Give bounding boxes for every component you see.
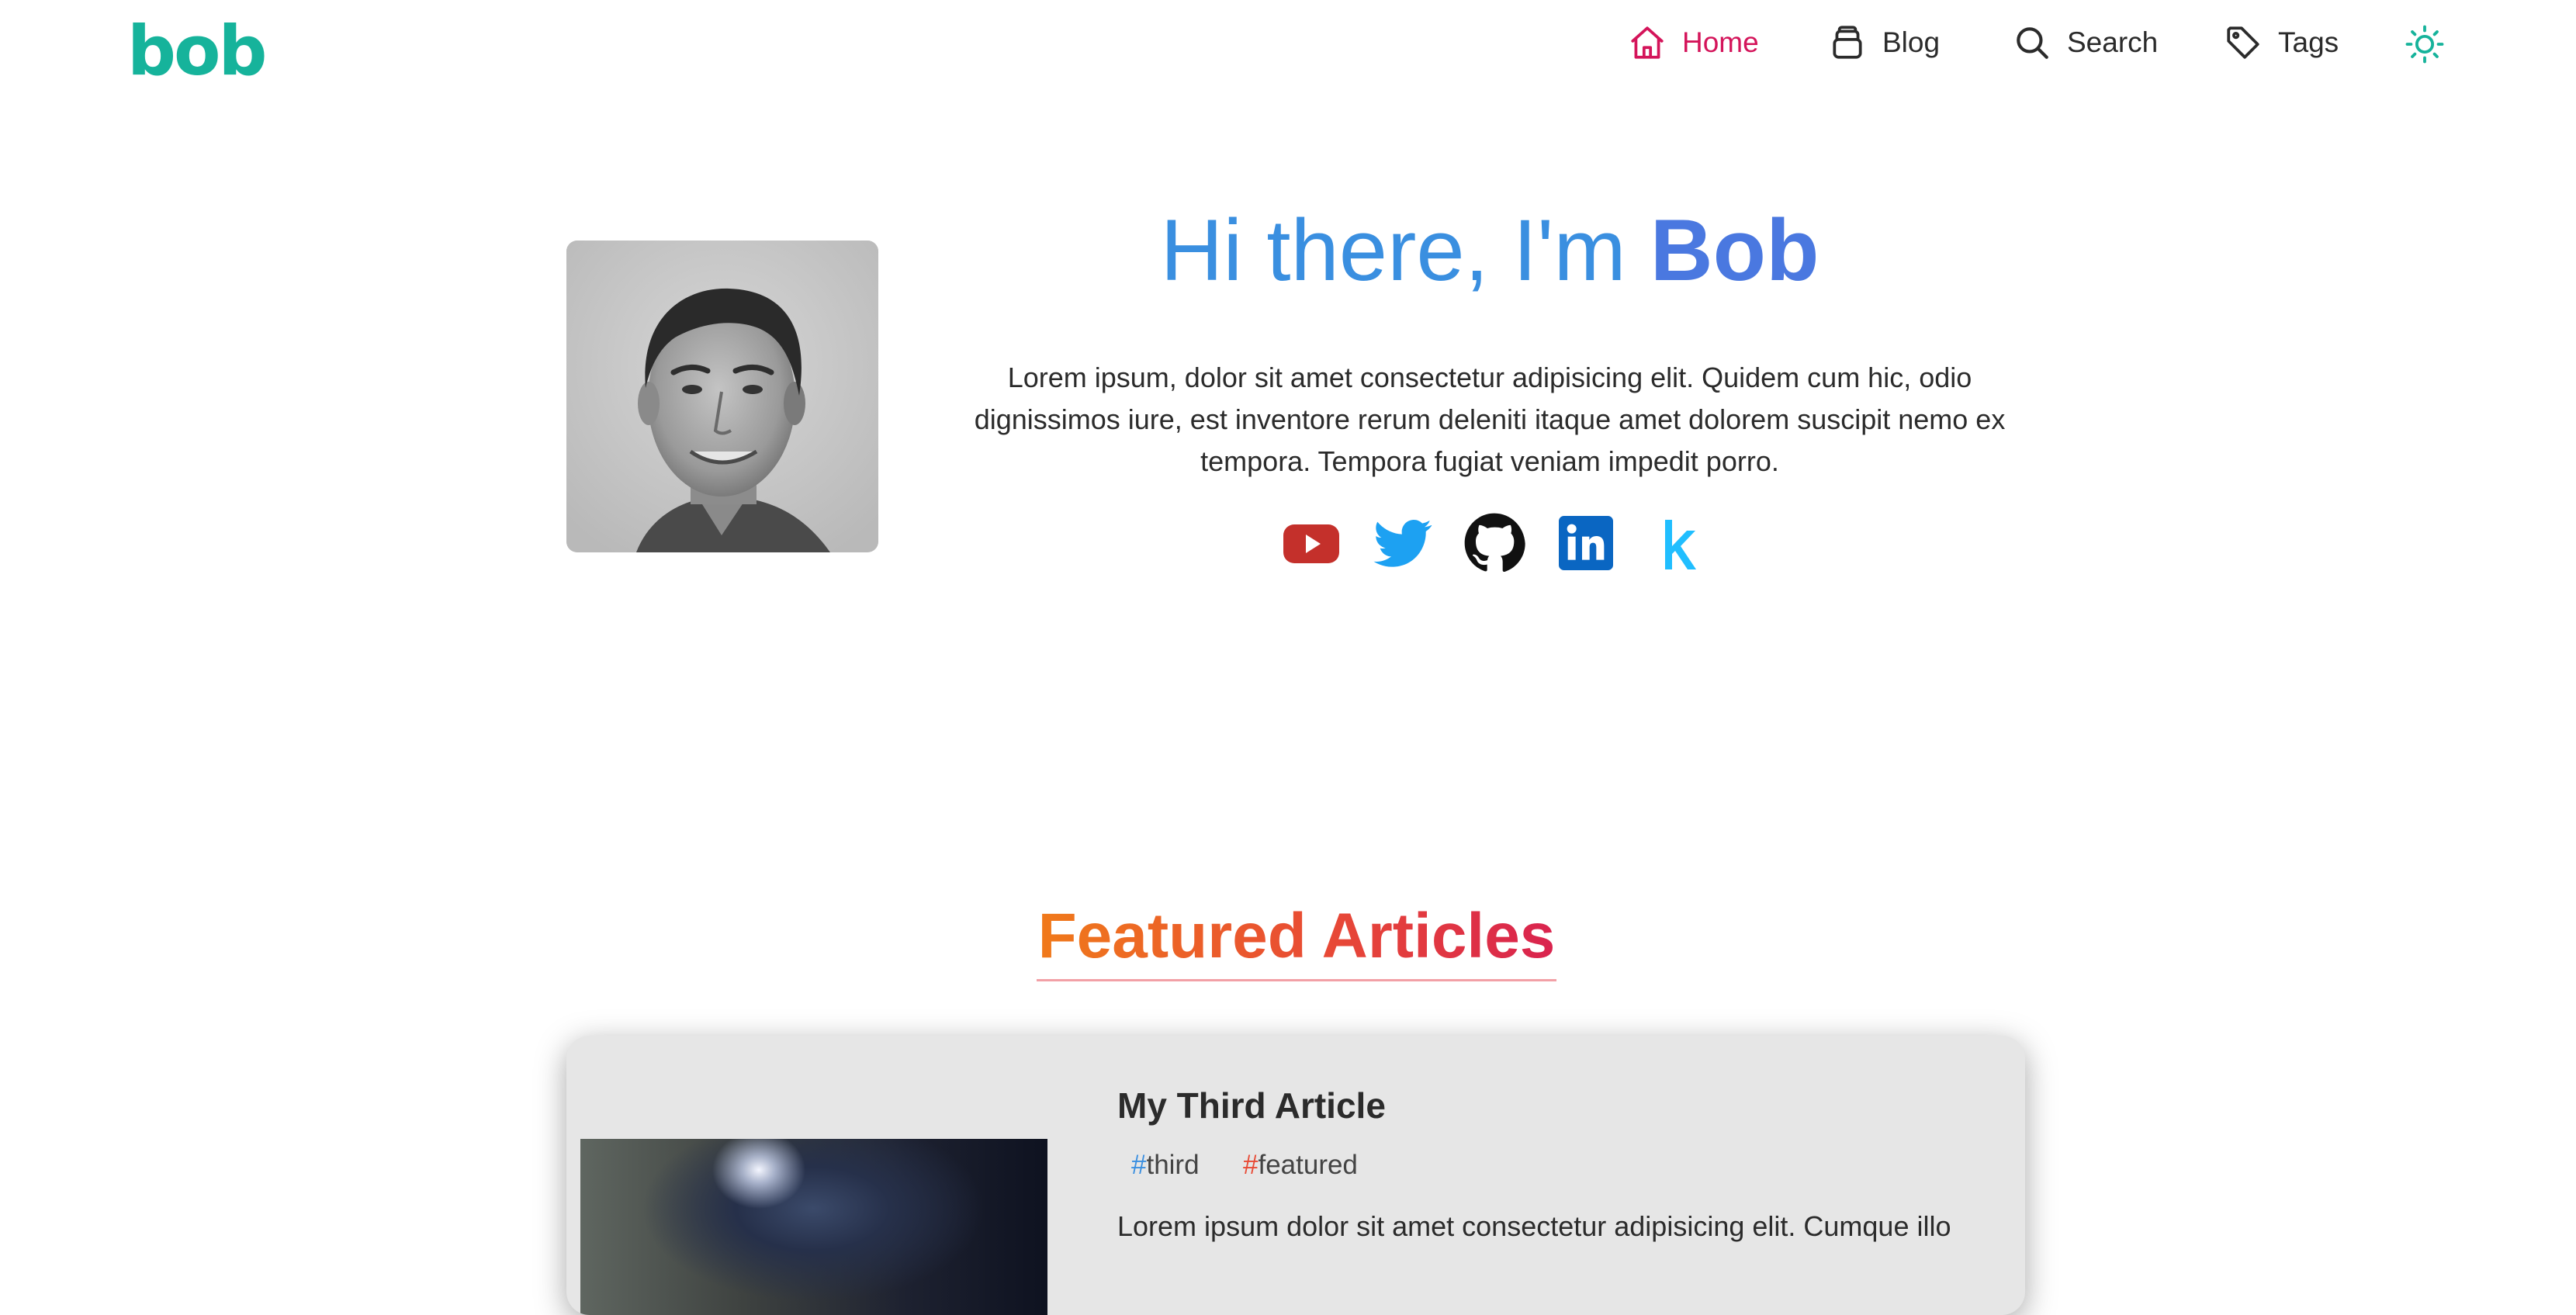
- linkedin-icon[interactable]: [1555, 512, 1617, 574]
- tag-third[interactable]: #third: [1131, 1146, 1200, 1185]
- github-icon[interactable]: [1463, 512, 1525, 574]
- search-icon: [2017, 27, 2048, 59]
- nav-home-label: Home: [1682, 26, 1759, 58]
- tag-label: third: [1146, 1150, 1200, 1180]
- nav-tags-label: Tags: [2278, 26, 2339, 58]
- hero-name: Bob: [1650, 202, 1819, 299]
- nav-home[interactable]: Home: [1628, 23, 1759, 62]
- nav-blog[interactable]: Blog: [1828, 23, 1940, 62]
- article-title[interactable]: My Third Article: [1117, 1082, 1386, 1129]
- home-icon: [1631, 26, 1664, 59]
- article-card[interactable]: My Third Article #third #featured Lorem …: [566, 1036, 2025, 1315]
- hero-title: Hi there, I'm Bob: [916, 192, 2064, 309]
- featured-heading: Featured Articles: [1037, 894, 1556, 979]
- avatar: [566, 241, 878, 552]
- twitter-icon[interactable]: [1372, 512, 1434, 574]
- hero-greeting: Hi there, I'm: [1160, 202, 1650, 299]
- nav-search-label: Search: [2067, 26, 2159, 58]
- tag-icon: [2227, 26, 2259, 59]
- blog-icon: [1833, 26, 1862, 59]
- sun-icon[interactable]: [2404, 23, 2446, 65]
- tag-label: featured: [1258, 1150, 1358, 1180]
- hero-bio: Lorem ipsum, dolor sit amet consectetur …: [974, 362, 2006, 477]
- site-logo[interactable]: bob: [127, 5, 267, 98]
- site-header: bob Home Blog Search Tags: [0, 0, 2576, 93]
- article-excerpt: Lorem ipsum dolor sit amet consectetur a…: [1117, 1210, 1951, 1242]
- article-thumbnail[interactable]: [580, 1139, 1047, 1315]
- featured-underline: [1037, 979, 1556, 981]
- nav-search[interactable]: Search: [2013, 23, 2158, 62]
- tag-featured[interactable]: #featured: [1243, 1146, 1358, 1185]
- nav-tags[interactable]: Tags: [2224, 23, 2339, 62]
- tag-hash: #: [1131, 1150, 1147, 1180]
- kaggle-icon[interactable]: [1646, 512, 1709, 574]
- social-links: [1280, 512, 1699, 577]
- youtube-icon[interactable]: [1280, 512, 1342, 574]
- nav-blog-label: Blog: [1882, 26, 1941, 58]
- tag-hash: #: [1243, 1150, 1259, 1180]
- avatar-photo: [566, 241, 878, 552]
